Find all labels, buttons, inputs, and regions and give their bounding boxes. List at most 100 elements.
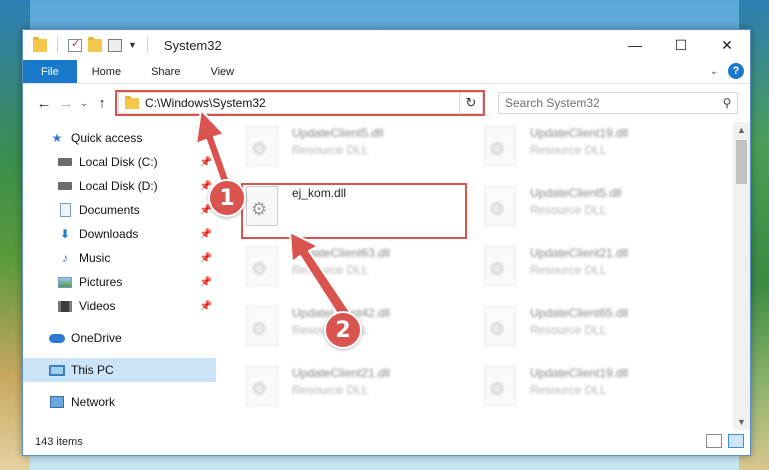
forward-button[interactable]: →	[55, 95, 77, 112]
search-input[interactable]: Search System32	[505, 96, 600, 110]
close-button[interactable]: ✕	[704, 30, 750, 60]
file-type: Resource DLL	[530, 383, 607, 397]
documents-icon	[57, 203, 73, 217]
this-pc-icon	[49, 363, 65, 377]
file-highlight-box	[241, 183, 467, 239]
search-icon[interactable]: ⚲	[717, 96, 737, 110]
explorer-window: ▼ System32 — ☐ ✕ File Home Share View ⌄ …	[22, 29, 751, 456]
maximize-button[interactable]: ☐	[658, 30, 704, 60]
sidebar-item-videos[interactable]: Videos 📌	[23, 294, 216, 318]
sidebar-item-label: Music	[79, 251, 111, 265]
recent-locations-button[interactable]: ⌄	[77, 98, 91, 109]
dll-file-icon	[246, 366, 278, 406]
file-type: Resource DLL	[530, 323, 607, 337]
dll-file-icon	[246, 246, 278, 286]
address-highlight-box	[115, 90, 485, 116]
file-name: UpdateClient65.dll	[530, 306, 629, 320]
sidebar-item-label: Documents	[79, 203, 140, 217]
pin-icon[interactable]: 📌	[200, 277, 212, 288]
customize-dropdown-icon[interactable]: ▼	[128, 40, 137, 50]
file-item[interactable]: UpdateClient63.dll Resource DLL	[246, 246, 476, 298]
scroll-thumb[interactable]	[736, 140, 747, 184]
pictures-icon	[57, 275, 73, 289]
callout-badge-1: 1	[208, 179, 246, 217]
dll-file-icon	[246, 306, 278, 346]
sidebar-item-this-pc[interactable]: This PC	[23, 358, 216, 382]
sidebar-item-local-disk-c[interactable]: Local Disk (C:) 📌	[23, 150, 216, 174]
sidebar-item-label: OneDrive	[71, 331, 122, 345]
sidebar-item-label: Local Disk (C:)	[79, 155, 158, 169]
file-type: Resource DLL	[292, 383, 369, 397]
sidebar-item-music[interactable]: ♪ Music 📌	[23, 246, 216, 270]
sidebar-item-documents[interactable]: Documents 📌	[23, 198, 216, 222]
sidebar-item-label: Pictures	[79, 275, 123, 289]
navigation-pane: ★ Quick access Local Disk (C:) 📌 Local D…	[23, 122, 216, 430]
file-list: UpdateClient5.dll Resource DLL ej_kom.dl…	[216, 122, 750, 430]
pin-icon[interactable]: 📌	[200, 157, 212, 168]
scroll-down-icon[interactable]: ▼	[733, 414, 750, 430]
details-view-icon[interactable]	[706, 434, 722, 448]
new-folder-icon[interactable]	[88, 36, 102, 52]
sidebar-item-label: Local Disk (D:)	[79, 179, 158, 193]
dll-file-icon	[484, 306, 516, 346]
music-icon: ♪	[62, 251, 68, 265]
pin-icon[interactable]: 📌	[200, 229, 212, 240]
pin-icon[interactable]: 📌	[200, 301, 212, 312]
tab-share[interactable]: Share	[136, 60, 195, 83]
customize-toolbar-icon[interactable]	[108, 38, 122, 52]
file-item[interactable]: UpdateClient19.dll Resource DLL	[484, 126, 714, 178]
dll-file-icon	[484, 126, 516, 166]
quick-access-toolbar: ▼ System32	[23, 30, 222, 60]
file-name: UpdateClient19.dll	[530, 366, 629, 380]
folder-icon[interactable]	[33, 36, 47, 52]
properties-check-icon[interactable]	[68, 37, 82, 52]
scroll-up-icon[interactable]: ▲	[733, 122, 750, 138]
item-count: 143 items	[35, 436, 83, 448]
help-icon[interactable]: ?	[728, 63, 744, 79]
dll-file-icon	[246, 126, 278, 166]
dll-file-icon	[484, 246, 516, 286]
sidebar-item-quick-access[interactable]: ★ Quick access	[23, 126, 216, 150]
window-title: System32	[163, 37, 222, 53]
window-controls: — ☐ ✕	[612, 30, 750, 60]
sidebar-item-local-disk-d[interactable]: Local Disk (D:) 📌	[23, 174, 216, 198]
file-item[interactable]: UpdateClient5.dll Resource DLL	[484, 186, 714, 238]
sidebar-item-onedrive[interactable]: OneDrive	[23, 326, 216, 350]
up-button[interactable]: ↑	[91, 95, 113, 112]
file-item[interactable]: UpdateClient21.dll Resource DLL	[246, 366, 476, 418]
sidebar-item-network[interactable]: Network	[23, 390, 216, 414]
title-bar: ▼ System32 — ☐ ✕	[23, 30, 750, 60]
toolbar-divider	[57, 37, 58, 53]
minimize-button[interactable]: —	[612, 30, 658, 60]
file-type: Resource DLL	[530, 263, 607, 277]
sidebar-item-label: This PC	[71, 363, 114, 377]
videos-icon	[57, 299, 73, 313]
file-item[interactable]: UpdateClient21.dll Resource DLL	[484, 246, 714, 298]
back-button[interactable]: ←	[33, 95, 55, 112]
file-name: UpdateClient63.dll	[292, 246, 391, 260]
file-name: UpdateClient5.dll	[530, 186, 622, 200]
file-type: Resource DLL	[530, 143, 607, 157]
large-icons-view-icon[interactable]	[728, 434, 744, 448]
pin-icon[interactable]: 📌	[200, 253, 212, 264]
vertical-scrollbar[interactable]: ▲ ▼	[733, 122, 750, 430]
toolbar-divider	[146, 37, 148, 53]
ribbon-right-controls: ⌄ ?	[710, 63, 744, 79]
search-box[interactable]: Search System32 ⚲	[498, 92, 738, 114]
drive-icon	[57, 179, 73, 193]
view-toggle	[706, 434, 744, 448]
sidebar-item-label: Quick access	[71, 131, 143, 145]
sidebar-item-pictures[interactable]: Pictures 📌	[23, 270, 216, 294]
ribbon-tabs: File Home Share View ⌄ ?	[23, 60, 750, 84]
file-name: UpdateClient19.dll	[530, 126, 629, 140]
file-item[interactable]: UpdateClient65.dll Resource DLL	[484, 306, 714, 358]
sidebar-item-downloads[interactable]: ⬇ Downloads 📌	[23, 222, 216, 246]
file-type: Resource DLL	[292, 143, 369, 157]
file-item[interactable]: UpdateClient19.dll Resource DLL	[484, 366, 714, 418]
file-item[interactable]: UpdateClient5.dll Resource DLL	[246, 126, 476, 178]
tab-home[interactable]: Home	[77, 60, 136, 83]
expand-ribbon-icon[interactable]: ⌄	[710, 66, 718, 77]
drive-icon	[57, 155, 73, 169]
tab-file[interactable]: File	[23, 60, 77, 83]
tab-view[interactable]: View	[195, 60, 249, 83]
